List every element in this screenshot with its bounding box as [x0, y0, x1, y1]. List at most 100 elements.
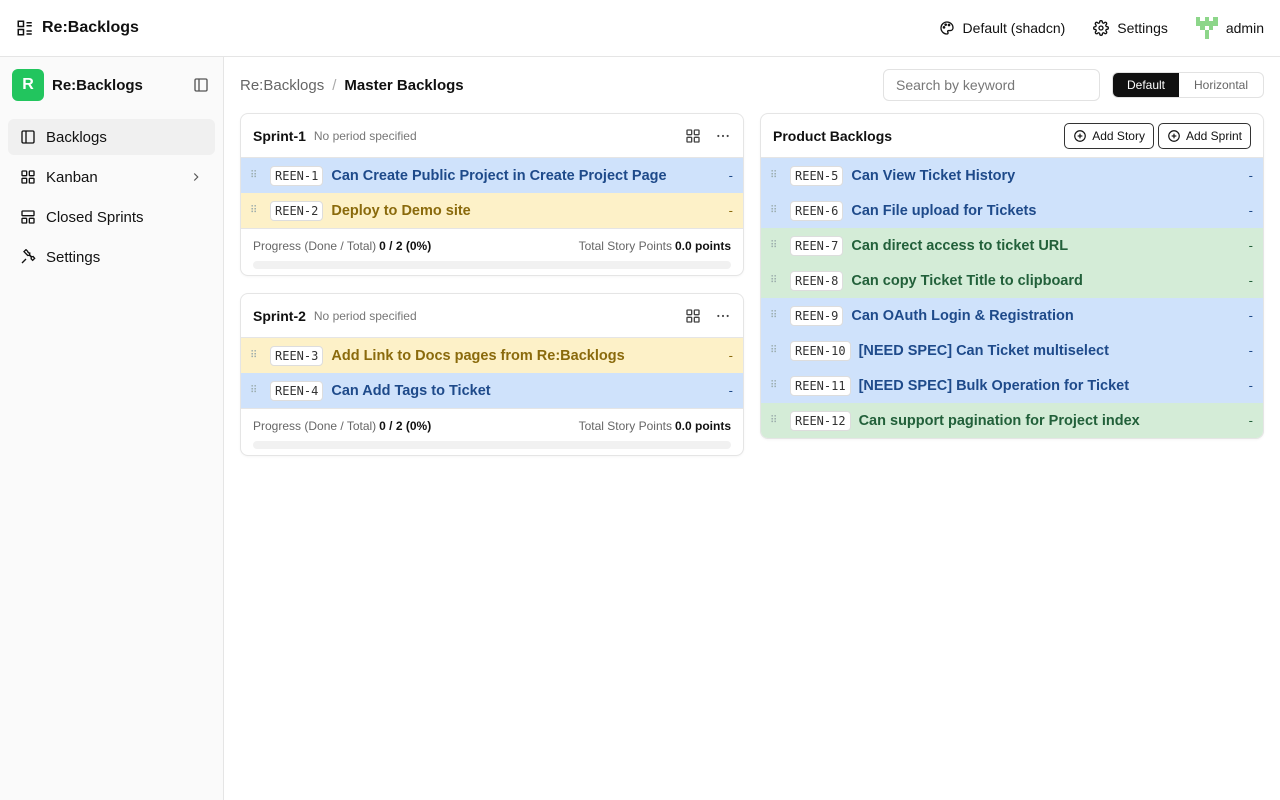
- ticket-points: -: [1248, 168, 1253, 183]
- ticket-points: -: [728, 168, 733, 183]
- progress-bar: [253, 261, 731, 269]
- drag-handle-icon[interactable]: ⠿: [770, 205, 780, 216]
- ticket-title[interactable]: Can copy Ticket Title to clipboard: [851, 273, 1083, 289]
- ticket-title[interactable]: Can OAuth Login & Registration: [851, 308, 1073, 324]
- drag-handle-icon[interactable]: ⠿: [770, 415, 780, 426]
- breadcrumb: Re:Backlogs / Master Backlogs: [240, 77, 464, 94]
- ticket-title[interactable]: Can direct access to ticket URL: [851, 238, 1068, 254]
- ticket-points: -: [728, 203, 733, 218]
- sprint-period: No period specified: [313, 128, 417, 143]
- ticket-row[interactable]: ⠿ REEN-12 Can support pagination for Proje…: [761, 403, 1263, 438]
- backlog-list: ⠿ REEN-5 Can View Ticket History - ⠿ REEN-6 Ca…: [761, 158, 1263, 438]
- more-options-icon[interactable]: [715, 308, 731, 324]
- ticket-title[interactable]: Deploy to Demo site: [331, 203, 470, 219]
- product-backlog-card: Product Backlogs Add Story Add Sprint ⠿ R…: [760, 113, 1264, 439]
- ticket-title[interactable]: Can Create Public Project in Create Proj…: [331, 168, 666, 184]
- ticket-points: -: [728, 348, 733, 363]
- progress-value: 0 / 2 (0%): [379, 239, 432, 253]
- plus-circle-icon: [1074, 129, 1087, 142]
- drag-handle-icon[interactable]: ⠿: [770, 310, 780, 321]
- ticket-row[interactable]: ⠿ REEN-4 Can Add Tags to Ticket -: [241, 373, 743, 408]
- user-menu[interactable]: admin: [1195, 17, 1264, 39]
- ticket-key: REEN-3: [270, 345, 324, 366]
- drag-handle-icon[interactable]: ⠿: [770, 345, 780, 356]
- ticket-title[interactable]: Can Add Tags to Ticket: [331, 383, 490, 399]
- main-content: Re:Backlogs / Master Backlogs Default Ho…: [224, 57, 1280, 800]
- breadcrumb-separator: /: [332, 77, 337, 94]
- ticket-key: REEN-2: [270, 200, 324, 221]
- sidebar-item-settings[interactable]: Settings: [8, 239, 215, 275]
- sprint-header: Sprint-2 No period specified: [241, 294, 743, 338]
- add-story-button[interactable]: Add Story: [1064, 122, 1154, 149]
- drag-handle-icon[interactable]: ⠿: [250, 170, 260, 181]
- progress-label: Progress (Done / Total): [253, 419, 377, 433]
- ticket-row[interactable]: ⠿ REEN-3 Add Link to Docs pages from Re:…: [241, 338, 743, 373]
- ticket-key: REEN-10: [790, 340, 851, 361]
- sidebar-header: R Re:Backlogs: [8, 69, 215, 101]
- ticket-points: -: [1248, 273, 1253, 288]
- theme-label: Default (shadcn): [962, 20, 1066, 36]
- sprint-footer: Progress (Done / Total) 0 / 2 (0%) Total…: [241, 408, 743, 455]
- plus-circle-icon: [1168, 129, 1180, 142]
- points-value: 0.0 points: [674, 419, 731, 433]
- drag-handle-icon[interactable]: ⠿: [250, 205, 260, 216]
- sidebar-item-label: Kanban: [46, 168, 98, 186]
- kanban-view-icon[interactable]: [685, 128, 701, 144]
- menu-grid-icon: [17, 20, 32, 36]
- ticket-points: -: [728, 383, 733, 398]
- ticket-key: REEN-7: [790, 235, 844, 256]
- ticket-row[interactable]: ⠿ REEN-6 Can File upload for Tickets -: [761, 193, 1263, 228]
- ticket-row[interactable]: ⠿ REEN-8 Can copy Ticket Title to clipboar…: [761, 263, 1263, 298]
- settings-label: Settings: [1117, 20, 1168, 36]
- sprint-period: No period specified: [313, 308, 417, 323]
- drag-handle-icon[interactable]: ⠿: [770, 275, 780, 286]
- theme-selector[interactable]: Default (shadcn): [939, 20, 1066, 36]
- header-settings-link[interactable]: Settings: [1093, 20, 1168, 36]
- sprint-card: Sprint-2 No period specified ⠿ REEN-3 Ad…: [240, 293, 744, 456]
- ticket-title[interactable]: Can View Ticket History: [851, 168, 1015, 184]
- view-horizontal-button[interactable]: Horizontal: [1179, 73, 1263, 97]
- view-toggle: Default Horizontal: [1112, 72, 1264, 98]
- sidebar-item-closed-sprints[interactable]: Closed Sprints: [8, 199, 215, 235]
- ticket-row[interactable]: ⠿ REEN-7 Can direct access to ticket URL -: [761, 228, 1263, 263]
- drag-handle-icon[interactable]: ⠿: [250, 385, 260, 396]
- ticket-key: REEN-12: [790, 410, 851, 431]
- kanban-view-icon[interactable]: [685, 308, 701, 324]
- ticket-row[interactable]: ⠿ REEN-10 [NEED SPEC] Can Ticket multisele…: [761, 333, 1263, 368]
- breadcrumb-root[interactable]: Re:Backlogs: [240, 77, 324, 94]
- ticket-title[interactable]: Add Link to Docs pages from Re:Backlogs: [331, 348, 624, 364]
- page-title: Master Backlogs: [344, 77, 464, 94]
- sidebar-item-label: Backlogs: [46, 128, 107, 146]
- ticket-key: REEN-5: [790, 165, 844, 186]
- ticket-title[interactable]: [NEED SPEC] Can Ticket multiselect: [859, 343, 1109, 359]
- ticket-title[interactable]: Can File upload for Tickets: [851, 203, 1036, 219]
- points-value: 0.0 points: [674, 239, 731, 253]
- add-sprint-button[interactable]: Add Sprint: [1157, 122, 1251, 149]
- ticket-title[interactable]: [NEED SPEC] Bulk Operation for Ticket: [859, 378, 1129, 394]
- sprint-card: Sprint-1 No period specified ⠿ REEN-1 Ca…: [240, 113, 744, 276]
- ticket-points: -: [1248, 238, 1253, 253]
- ticket-row[interactable]: ⠿ REEN-1 Can Create Public Project in Cr…: [241, 158, 743, 193]
- drag-handle-icon[interactable]: ⠿: [770, 240, 780, 251]
- ticket-key: REEN-1: [270, 165, 324, 186]
- sidebar-item-backlogs[interactable]: Backlogs: [8, 119, 215, 155]
- ticket-title[interactable]: Can support pagination for Project index: [859, 413, 1140, 429]
- sprint-name: Sprint-1: [253, 127, 306, 144]
- more-options-icon[interactable]: [715, 128, 731, 144]
- ticket-points: -: [1248, 308, 1253, 323]
- product-backlog-title: Product Backlogs: [773, 127, 893, 144]
- ticket-row[interactable]: ⠿ REEN-2 Deploy to Demo site -: [241, 193, 743, 228]
- brand[interactable]: Re:Backlogs: [16, 19, 139, 37]
- ticket-points: -: [1248, 343, 1253, 358]
- ticket-row[interactable]: ⠿ REEN-9 Can OAuth Login & Registration -: [761, 298, 1263, 333]
- search-input[interactable]: [883, 69, 1100, 101]
- sidebar-toggle-icon[interactable]: [193, 77, 209, 93]
- drag-handle-icon[interactable]: ⠿: [770, 170, 780, 181]
- ticket-row[interactable]: ⠿ REEN-11 [NEED SPEC] Bulk Operation for T…: [761, 368, 1263, 403]
- sidebar-item-kanban[interactable]: Kanban: [8, 159, 215, 195]
- chevron-right-icon: [193, 173, 199, 181]
- ticket-row[interactable]: ⠿ REEN-5 Can View Ticket History -: [761, 158, 1263, 193]
- view-default-button[interactable]: Default: [1113, 73, 1179, 97]
- drag-handle-icon[interactable]: ⠿: [770, 380, 780, 391]
- drag-handle-icon[interactable]: ⠿: [250, 350, 260, 361]
